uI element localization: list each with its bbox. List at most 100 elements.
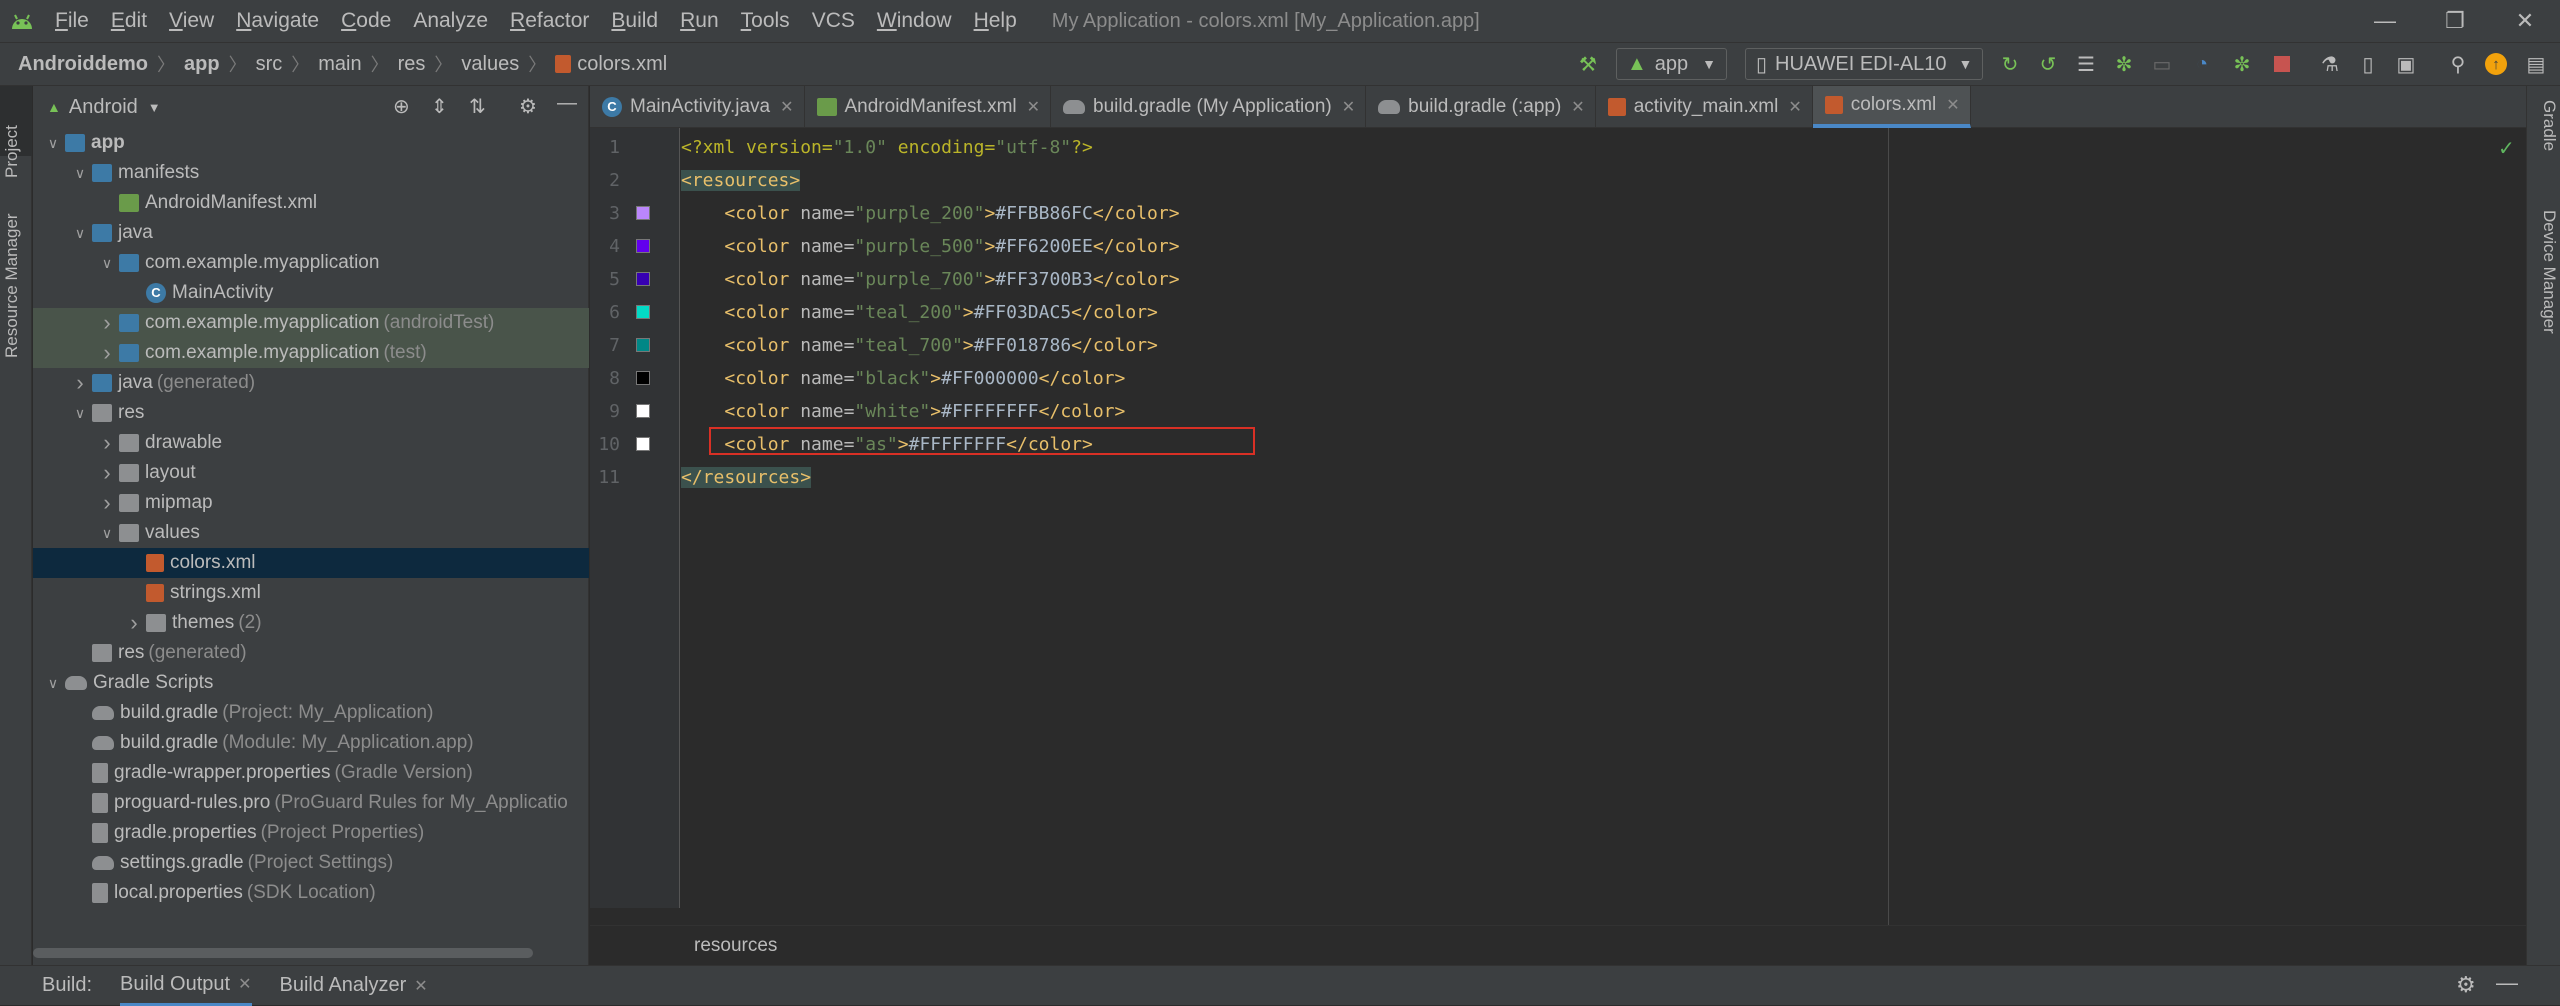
chevron-down-icon[interactable]: ∨ xyxy=(45,675,61,692)
expand-all-icon[interactable]: ⇕ xyxy=(431,94,448,119)
sync-list-icon[interactable]: ☰ xyxy=(2074,52,2098,76)
tree-item[interactable]: build.gradle (Module: My_Application.app) xyxy=(33,728,589,758)
chevron-down-icon[interactable]: ∨ xyxy=(99,525,115,542)
debug-icon[interactable]: ✼ xyxy=(2112,52,2136,76)
chevron-down-icon[interactable]: ∨ xyxy=(72,225,88,242)
close-icon[interactable]: ✕ xyxy=(1946,95,1959,115)
project-tool-tab[interactable]: Project xyxy=(2,125,22,178)
chevron-right-icon[interactable]: › xyxy=(99,490,115,516)
minimize-button[interactable]: — xyxy=(2350,0,2420,42)
breadcrumb-item[interactable]: app xyxy=(184,51,220,77)
gradle-sync-icon[interactable]: ⚗ xyxy=(2318,52,2342,76)
close-icon[interactable]: ✕ xyxy=(1788,97,1801,117)
hide-panel-icon[interactable]: — xyxy=(557,92,577,115)
apply-changes-restart-icon[interactable]: ↻ xyxy=(1998,52,2022,76)
horizontal-scrollbar[interactable] xyxy=(33,948,533,958)
close-icon[interactable]: ✕ xyxy=(1571,97,1584,117)
breadcrumb-item[interactable]: src xyxy=(256,51,283,77)
chevron-right-icon[interactable]: › xyxy=(126,610,142,636)
chevron-down-icon[interactable]: ∨ xyxy=(72,405,88,422)
breadcrumb-item[interactable]: colors.xml xyxy=(555,51,667,77)
menu-code[interactable]: Code xyxy=(330,0,402,42)
tree-item[interactable]: AndroidManifest.xml xyxy=(33,188,589,218)
chevron-right-icon[interactable]: › xyxy=(99,460,115,486)
breadcrumb-item[interactable]: values xyxy=(461,51,519,77)
gear-icon[interactable]: ⚙ xyxy=(519,94,537,119)
chevron-right-icon[interactable]: › xyxy=(99,310,115,336)
device-manager-icon[interactable]: ▯ xyxy=(2356,52,2380,76)
color-swatch-icon[interactable] xyxy=(636,371,650,385)
device-manager-tool-tab[interactable]: Device Manager xyxy=(2539,210,2559,334)
build-output-tab[interactable]: Build Output ✕ xyxy=(120,966,252,1006)
breadcrumb-item[interactable]: main xyxy=(318,51,361,77)
tree-item[interactable]: › com.example.myapplication (androidTest) xyxy=(33,308,589,338)
color-swatch-icon[interactable] xyxy=(636,404,650,418)
tree-item[interactable]: ∨ res xyxy=(33,398,589,428)
chevron-right-icon[interactable]: › xyxy=(99,430,115,456)
update-icon[interactable]: ↑ xyxy=(2484,52,2508,76)
editor-tab[interactable]: build.gradle (My Application) ✕ xyxy=(1051,86,1367,128)
chevron-down-icon[interactable]: ∨ xyxy=(45,135,61,152)
resource-manager-tool-tab[interactable]: Resource Manager xyxy=(2,213,22,358)
build-analyzer-tab[interactable]: Build Analyzer ✕ xyxy=(280,974,428,997)
color-swatch-icon[interactable] xyxy=(636,437,650,451)
device-select[interactable]: ▯ HUAWEI EDI-AL10 ▼ xyxy=(1745,48,1984,80)
tree-item[interactable]: ∨ java xyxy=(33,218,589,248)
editor-breadcrumb[interactable]: resources xyxy=(694,935,777,957)
editor-tab[interactable]: build.gradle (:app) ✕ xyxy=(1366,86,1596,128)
tree-item[interactable]: › drawable xyxy=(33,428,589,458)
menu-analyze[interactable]: Analyze xyxy=(402,0,499,42)
color-swatch-icon[interactable] xyxy=(636,272,650,286)
hide-panel-icon[interactable]: — xyxy=(2496,970,2518,996)
menu-edit[interactable]: Edit xyxy=(100,0,158,42)
tree-item[interactable]: proguard-rules.pro (ProGuard Rules for My… xyxy=(33,788,589,818)
tree-item[interactable]: ∨ Gradle Scripts xyxy=(33,668,589,698)
close-icon[interactable]: ✕ xyxy=(780,97,793,117)
menu-file[interactable]: File xyxy=(44,0,100,42)
menu-run[interactable]: Run xyxy=(669,0,730,42)
close-window-button[interactable]: ✕ xyxy=(2490,0,2560,42)
chevron-right-icon[interactable]: › xyxy=(99,340,115,366)
collapse-all-icon[interactable]: ⇅ xyxy=(469,94,486,119)
tree-item[interactable]: local.properties (SDK Location) xyxy=(33,878,589,908)
code-editor[interactable]: <?xml version="1.0" encoding="utf-8"?> <r… xyxy=(681,128,2526,908)
color-swatch-icon[interactable] xyxy=(636,305,650,319)
stop-icon[interactable] xyxy=(2270,52,2294,76)
gradle-tool-tab[interactable]: Gradle xyxy=(2539,100,2559,151)
menu-build[interactable]: Build xyxy=(600,0,669,42)
tree-item[interactable]: strings.xml xyxy=(33,578,589,608)
tree-item[interactable]: › com.example.myapplication (test) xyxy=(33,338,589,368)
profiler-icon[interactable]: ◔ xyxy=(2190,52,2214,76)
menu-vcs[interactable]: VCS xyxy=(801,0,866,42)
tree-item[interactable]: C MainActivity xyxy=(33,278,589,308)
chevron-down-icon[interactable]: ∨ xyxy=(72,165,88,182)
tree-item[interactable]: ∨ manifests xyxy=(33,158,589,188)
tree-item[interactable]: gradle.properties (Project Properties) xyxy=(33,818,589,848)
menu-tools[interactable]: Tools xyxy=(730,0,801,42)
attach-profiler-icon[interactable]: ✼ xyxy=(2230,52,2254,76)
chevron-right-icon[interactable]: › xyxy=(72,370,88,396)
breadcrumb-item[interactable]: res xyxy=(398,51,426,77)
color-swatch-icon[interactable] xyxy=(636,206,650,220)
tree-item[interactable]: ∨ app xyxy=(33,128,589,158)
tree-item[interactable]: › java (generated) xyxy=(33,368,589,398)
layout-toggle-icon[interactable]: ▤ xyxy=(2524,52,2548,76)
breadcrumb-item[interactable]: Androiddemo xyxy=(18,51,148,77)
tree-item[interactable]: › themes (2) xyxy=(33,608,589,638)
menu-view[interactable]: View xyxy=(158,0,225,42)
editor-tab[interactable]: AndroidManifest.xml ✕ xyxy=(805,86,1052,128)
locate-file-icon[interactable]: ⊕ xyxy=(393,94,410,119)
tree-item[interactable]: ∨ com.example.myapplication xyxy=(33,248,589,278)
close-icon[interactable]: ✕ xyxy=(1342,97,1355,117)
apply-code-changes-icon[interactable]: ↺ xyxy=(2036,52,2060,76)
tree-item[interactable]: gradle-wrapper.properties (Gradle Version… xyxy=(33,758,589,788)
tree-item[interactable]: settings.gradle (Project Settings) xyxy=(33,848,589,878)
editor-tab[interactable]: activity_main.xml ✕ xyxy=(1596,86,1813,128)
tree-item[interactable]: › mipmap xyxy=(33,488,589,518)
menu-window[interactable]: Window xyxy=(866,0,963,42)
tree-item[interactable]: colors.xml xyxy=(33,548,589,578)
tree-item[interactable]: build.gradle (Project: My_Application) xyxy=(33,698,589,728)
run-configuration-select[interactable]: ▲ app ▼ xyxy=(1616,48,1728,80)
menu-help[interactable]: Help xyxy=(963,0,1028,42)
project-view-select[interactable]: ▲ Android ▼ xyxy=(47,96,161,119)
